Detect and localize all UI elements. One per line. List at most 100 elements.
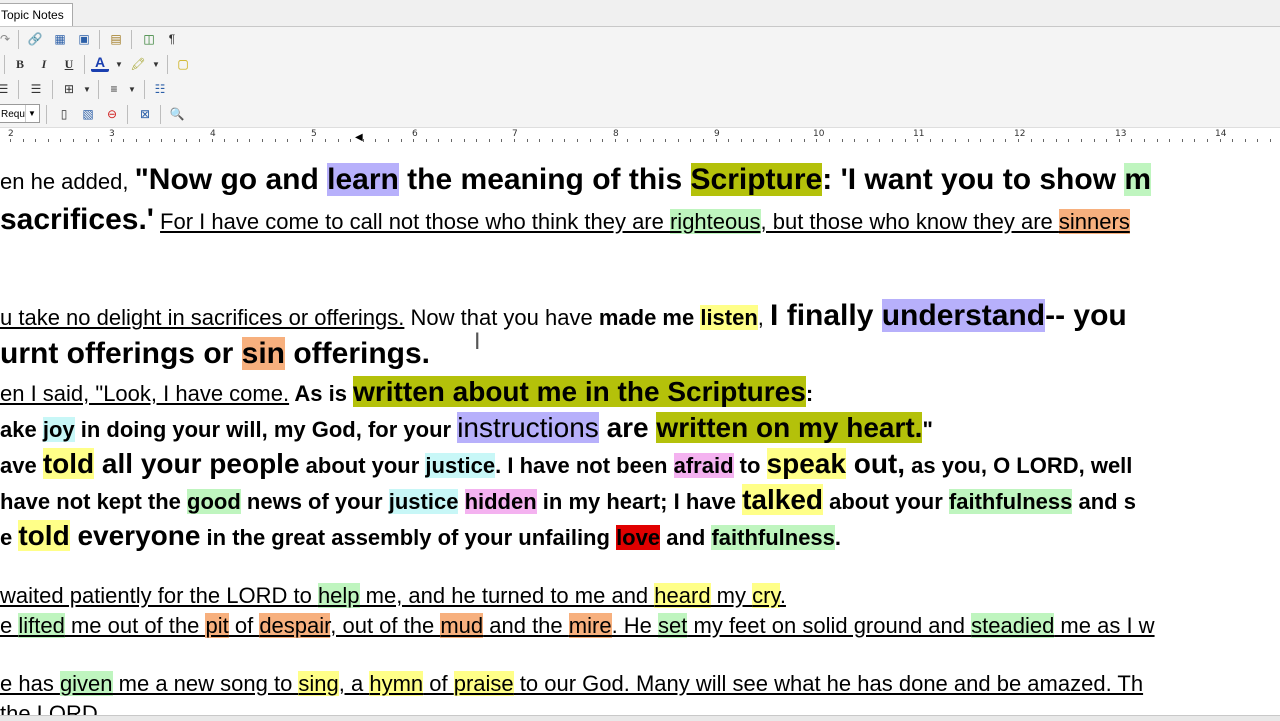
- ruler-number: 12: [1014, 129, 1026, 139]
- zoom-icon[interactable]: 🔍: [168, 105, 186, 123]
- underline-button[interactable]: U: [60, 55, 78, 73]
- outdent-icon[interactable]: ☰: [0, 80, 12, 98]
- frame-icon[interactable]: ◫: [140, 30, 158, 48]
- ruler[interactable]: 2 3 4 5 6 7 8 9 10 11 12 13 14 ◀: [0, 128, 1280, 147]
- ruler-tick: [237, 139, 238, 142]
- highlighted-word: praise: [453, 671, 514, 696]
- text-run: everyone: [69, 520, 201, 551]
- ruler-tick: [161, 139, 162, 142]
- chevron-down-icon[interactable]: ▼: [110, 55, 128, 73]
- ruler-tick: [48, 139, 49, 142]
- borders-icon[interactable]: ⊞: [60, 80, 78, 98]
- text-run: of: [228, 613, 260, 638]
- text-line: e told everyone in the great assembly of…: [0, 518, 1280, 559]
- tab-topic-notes[interactable]: Topic Notes: [0, 3, 73, 26]
- ruler-tick: [640, 139, 641, 142]
- align-icon[interactable]: ≡: [105, 80, 123, 98]
- stop-icon[interactable]: ⊖: [103, 105, 121, 123]
- link-icon[interactable]: 🔗: [26, 30, 44, 48]
- highlighted-word: instructions: [457, 412, 599, 443]
- ruler-tick: [136, 139, 137, 142]
- text-run: "Now go and: [134, 163, 328, 196]
- highlighted-word: justice: [388, 489, 459, 514]
- horizontal-scrollbar[interactable]: [0, 715, 1280, 721]
- italic-button[interactable]: I: [35, 55, 53, 73]
- ruler-tick: [1068, 139, 1069, 142]
- ruler-tick: [1106, 139, 1107, 142]
- ruler-tick: [35, 139, 36, 142]
- text-run: As is: [289, 381, 354, 406]
- text-run: Now that you have: [404, 305, 599, 330]
- toolbar-separator: [127, 105, 128, 124]
- text-run: and the: [483, 613, 569, 638]
- toolbar-separator: [98, 80, 99, 99]
- ruler-number: 13: [1115, 129, 1127, 139]
- text-run: to our God. Many will see what he has do…: [513, 671, 1144, 696]
- text-run: waited patiently for the LORD to: [0, 583, 318, 608]
- ruler-tick: [476, 139, 477, 142]
- highlighted-word: sinners: [1058, 209, 1130, 234]
- ruler-tick: [1257, 139, 1258, 142]
- chevron-down-icon[interactable]: ▼: [147, 55, 165, 73]
- text-run: e: [0, 613, 19, 638]
- text-run: out,: [845, 448, 906, 479]
- note-icon[interactable]: ▢: [174, 55, 192, 73]
- ruler-tick: [842, 139, 843, 142]
- text-run: in my heart; I have: [536, 489, 743, 514]
- ruler-tick: [350, 139, 351, 142]
- text-line: urnt offerings or sin offerings.: [0, 334, 1280, 379]
- toolbar-style: Requ ▼ ▯ ▧ ⊖ ⊠ 🔍: [0, 102, 1280, 128]
- text-run: about your: [823, 489, 949, 514]
- ruler-tick: [854, 139, 855, 142]
- page-icon[interactable]: ▤: [107, 30, 125, 48]
- ruler-tick: [262, 139, 263, 142]
- ruler-tick: [1005, 139, 1006, 142]
- bold-button[interactable]: B: [11, 55, 29, 73]
- highlighted-word: speak: [766, 448, 846, 479]
- new-page-icon[interactable]: ▯: [55, 105, 73, 123]
- ruler-tick: [892, 139, 893, 142]
- ruler-number: 5: [311, 129, 317, 139]
- ruler-tick: [401, 139, 402, 142]
- indent-icon[interactable]: ☰: [27, 80, 45, 98]
- highlighted-word: understand: [881, 299, 1046, 332]
- text-run: me as I w: [1054, 613, 1155, 638]
- style-select[interactable]: Requ ▼: [0, 104, 40, 123]
- text-line: ave told all your people about your just…: [0, 446, 1280, 487]
- highlighted-word: help: [317, 583, 360, 608]
- ruler-tick: [300, 139, 301, 142]
- redo-icon[interactable]: ↷: [0, 30, 14, 48]
- replace-icon[interactable]: ⊠: [136, 105, 154, 123]
- ruler-number: 2: [8, 129, 14, 139]
- text-style-icon[interactable]: ▧: [79, 105, 97, 123]
- chevron-down-icon[interactable]: ▼: [78, 80, 96, 98]
- highlight-color-icon[interactable]: 🖍: [129, 55, 147, 73]
- toolbar-separator: [131, 30, 132, 49]
- ruler-tick: [464, 139, 465, 142]
- ruler-number: 6: [412, 129, 418, 139]
- text-run: : 'I want you to show: [822, 163, 1125, 196]
- toolbar-separator: [18, 80, 19, 99]
- text-line: en he added, "Now go and learn the meani…: [0, 160, 1280, 202]
- ruler-tick: [716, 139, 717, 142]
- table-icon[interactable]: ▦: [51, 30, 69, 48]
- chevron-down-icon[interactable]: ▼: [123, 80, 141, 98]
- list-icon[interactable]: ☷: [151, 80, 169, 98]
- highlighted-word: sing: [298, 671, 339, 696]
- highlighted-word: hidden: [464, 489, 537, 514]
- document-body[interactable]: en he added, "Now go and learn the meani…: [0, 146, 1280, 720]
- indent-marker-icon[interactable]: ◀: [355, 132, 363, 143]
- ruler-tick: [791, 139, 792, 142]
- chevron-down-icon: ▼: [25, 105, 38, 122]
- ruler-tick: [703, 139, 704, 142]
- highlighted-word: joy: [42, 417, 75, 442]
- ruler-tick: [1194, 139, 1195, 142]
- text-run: For I have come to call not those who th…: [160, 209, 670, 234]
- text-run: ave: [0, 453, 43, 478]
- highlighted-word: afraid: [673, 453, 734, 478]
- text-line: waited patiently for the LORD to help me…: [0, 580, 1280, 612]
- toolbar-separator: [18, 30, 19, 49]
- font-color-button[interactable]: A: [91, 54, 109, 72]
- pilcrow-icon[interactable]: ¶: [163, 30, 181, 48]
- image-icon[interactable]: ▣: [75, 30, 93, 48]
